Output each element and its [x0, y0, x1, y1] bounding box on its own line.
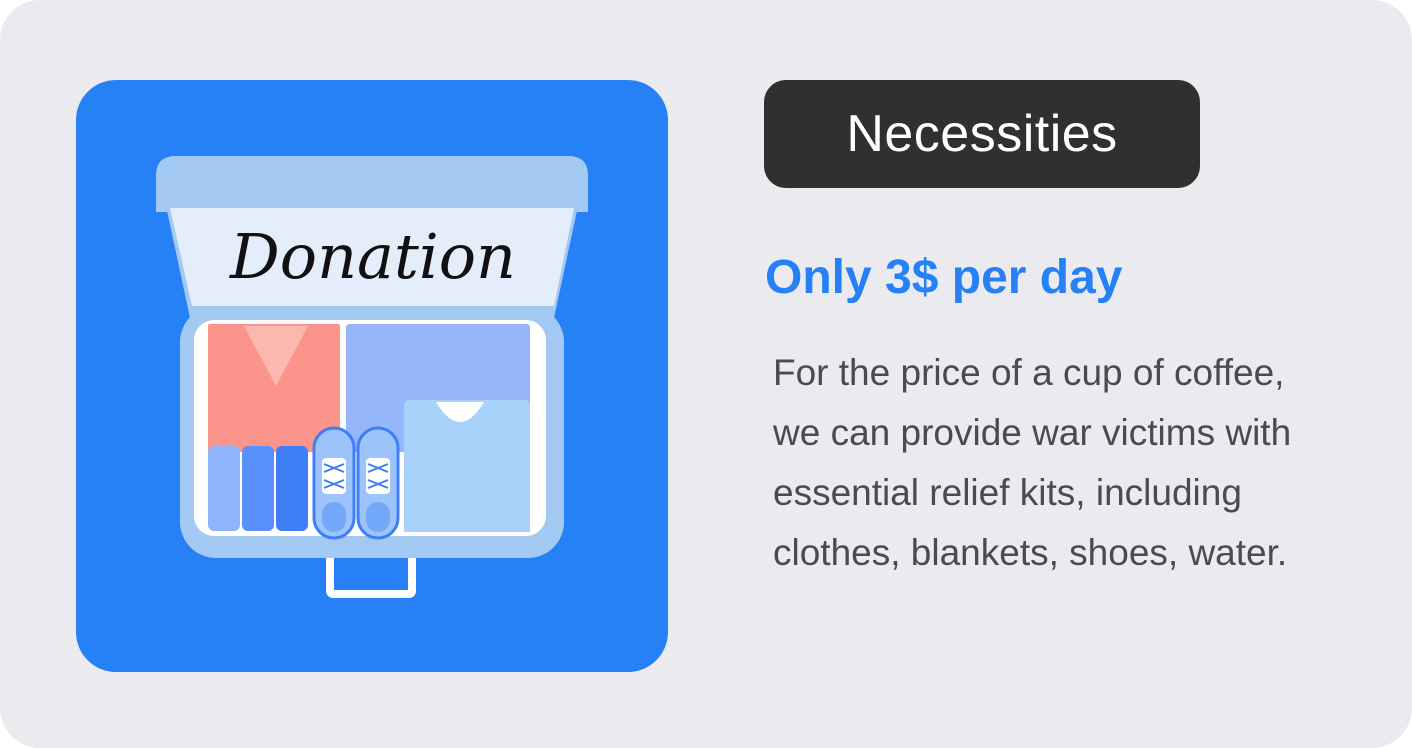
- description: For the price of a cup of coffee, we can…: [773, 343, 1373, 583]
- rolled-sock: [242, 446, 274, 531]
- box-lid: [156, 156, 588, 212]
- sneaker-left: [312, 426, 356, 540]
- price-headline: Only 3$ per day: [765, 251, 1123, 304]
- description-line: essential relief kits, including: [773, 472, 1242, 513]
- category-tag: Necessities: [764, 80, 1200, 188]
- sneaker-right: [356, 426, 400, 540]
- description-line: clothes, blankets, shoes, water.: [773, 532, 1288, 573]
- donation-box-graphic: Donation: [156, 156, 588, 598]
- rolled-sock: [276, 446, 308, 531]
- donation-box-illustration: Donation: [76, 80, 668, 672]
- donation-card: Donation Necessities Only 3$ per day For…: [0, 0, 1412, 748]
- description-line: For the price of a cup of coffee,: [773, 352, 1285, 393]
- description-line: we can provide war victims with: [773, 412, 1292, 453]
- box-label: Donation: [229, 220, 516, 293]
- rolled-sock: [208, 446, 240, 531]
